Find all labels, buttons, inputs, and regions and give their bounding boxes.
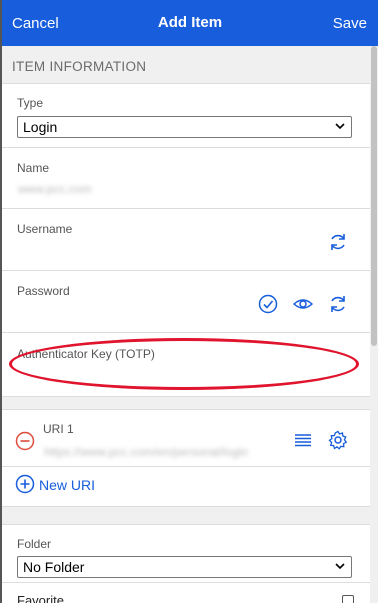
- favorite-checkbox[interactable]: [342, 595, 354, 603]
- uri-row: URI 1 https://www.pcc.com/en/personal/lo…: [2, 409, 378, 467]
- uri-input[interactable]: https://www.pcc.com/en/personal/login: [44, 445, 248, 459]
- name-row[interactable]: Name www.pcc.com: [2, 148, 378, 209]
- folder-select-value: No Folder: [23, 559, 85, 575]
- password-row[interactable]: Password: [2, 271, 378, 333]
- favorite-row[interactable]: Favorite: [2, 583, 378, 603]
- totp-row[interactable]: Authenticator Key (TOTP): [2, 333, 378, 397]
- type-select-value: Login: [23, 119, 58, 135]
- eye-icon[interactable]: [292, 293, 314, 315]
- page-title: Add Item: [157, 14, 223, 31]
- totp-label: Authenticator Key (TOTP): [17, 347, 155, 361]
- folder-select[interactable]: No Folder: [17, 556, 352, 578]
- username-row[interactable]: Username: [2, 209, 378, 271]
- type-row: Type Login: [2, 84, 378, 148]
- header-bar: Cancel Add Item Save: [2, 0, 378, 46]
- name-label: Name: [17, 161, 50, 175]
- add-item-popup: Cancel Add Item Save ITEM INFORMATION Ty…: [2, 0, 378, 603]
- favorite-label: Favorite: [17, 593, 64, 603]
- new-uri-row[interactable]: New URI: [2, 467, 378, 507]
- list-icon[interactable]: [292, 429, 314, 451]
- uri-label: URI 1: [43, 422, 74, 436]
- check-circle-icon[interactable]: [257, 293, 279, 315]
- minus-circle-icon[interactable]: [14, 430, 36, 452]
- section-item-information: ITEM INFORMATION: [2, 46, 378, 84]
- name-input[interactable]: www.pcc.com: [18, 182, 91, 196]
- chevron-down-icon: [335, 563, 345, 570]
- refresh-icon[interactable]: [327, 231, 349, 253]
- folder-row: Folder No Folder: [2, 524, 378, 583]
- password-label: Password: [17, 284, 70, 298]
- chevron-down-icon: [335, 123, 345, 130]
- type-select[interactable]: Login: [17, 116, 352, 138]
- username-label: Username: [17, 222, 73, 236]
- type-label: Type: [17, 96, 44, 110]
- plus-circle-icon[interactable]: [14, 473, 36, 495]
- new-uri-button[interactable]: New URI: [39, 477, 95, 493]
- folder-label: Folder: [17, 537, 52, 551]
- refresh-icon[interactable]: [327, 293, 349, 315]
- scrollbar-thumb[interactable]: [371, 46, 377, 346]
- gear-icon[interactable]: [327, 429, 349, 451]
- save-button[interactable]: Save: [333, 15, 367, 32]
